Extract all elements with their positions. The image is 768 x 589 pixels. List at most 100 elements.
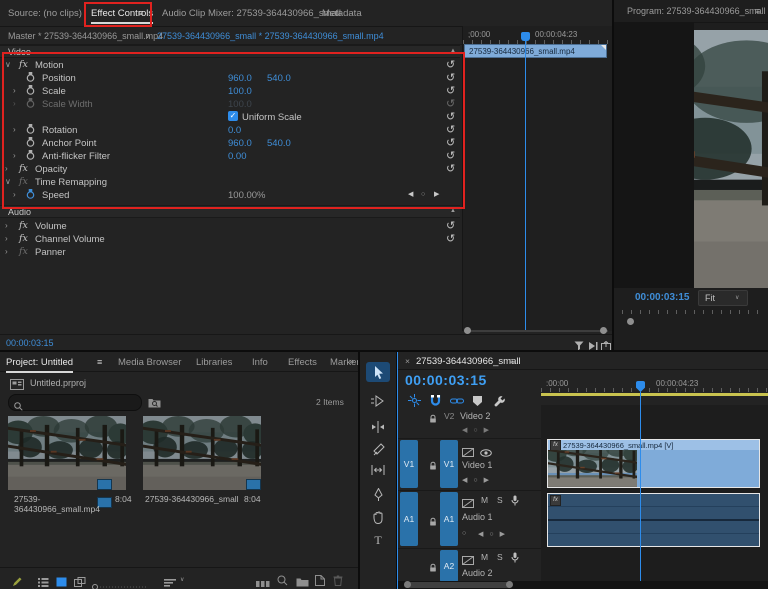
reset-icon[interactable]: ↺	[446, 84, 455, 97]
effect-label[interactable]: Time Remapping	[35, 177, 107, 188]
ec-scrollbar-handle-right[interactable]	[600, 327, 607, 334]
ripple-edit-tool[interactable]	[369, 418, 387, 436]
audio-clip[interactable]: fx	[547, 493, 760, 547]
chevron-right-icon[interactable]: ›	[5, 234, 8, 243]
zoom-slider[interactable]	[92, 577, 150, 589]
chevron-right-icon[interactable]: ›	[13, 190, 16, 199]
effect-row-volume[interactable]: › fx Volume ↺	[0, 219, 460, 232]
panel-menu-icon[interactable]: ≡	[97, 358, 102, 367]
effect-row-anti-flicker[interactable]: › Anti-flicker Filter 0.00 ↺	[0, 149, 460, 162]
chevron-right-icon[interactable]: ›	[5, 164, 8, 173]
panel-menu-icon[interactable]: ≡	[755, 7, 760, 16]
scrollbar-handle-left[interactable]	[404, 581, 411, 588]
new-bin-icon[interactable]	[296, 574, 309, 589]
voiceover-mic-icon[interactable]	[511, 550, 519, 568]
reset-icon[interactable]: ↺	[446, 136, 455, 149]
scrollbar-handle-right[interactable]	[506, 581, 513, 588]
timeline-scrollbar-handle[interactable]	[404, 582, 512, 588]
keyframe-nav[interactable]: ◀○▶	[462, 476, 495, 484]
audio-section-header[interactable]: Audio ▲	[0, 205, 460, 218]
list-view-icon[interactable]	[38, 574, 49, 589]
program-mini-ruler[interactable]	[622, 310, 764, 314]
param-value[interactable]: 100.0	[228, 86, 252, 97]
reset-icon[interactable]: ↺	[446, 149, 455, 162]
effect-label[interactable]: Uniform Scale	[242, 112, 302, 123]
search-bins-icon[interactable]	[148, 395, 161, 413]
collapse-section-icon[interactable]: ▲	[450, 48, 456, 54]
mute-button[interactable]: M	[481, 495, 488, 505]
automate-to-sequence-icon[interactable]	[256, 575, 270, 589]
razor-tool[interactable]	[369, 440, 387, 458]
play-in-to-out-icon[interactable]	[588, 338, 598, 350]
sequence-clip-label[interactable]: 27539-364430966_small * 27539-364430966_…	[157, 32, 384, 41]
chevron-down-icon[interactable]: ∨	[5, 60, 11, 69]
track-select-forward-tool[interactable]	[369, 392, 387, 410]
writable-pencil-icon[interactable]	[12, 574, 23, 589]
prev-keyframe-icon[interactable]: ◀	[408, 191, 413, 198]
effect-label[interactable]: Rotation	[42, 125, 77, 136]
effect-row-motion[interactable]: ∨ fx Motion ↺	[0, 58, 460, 71]
tab-effects[interactable]: Effects	[288, 358, 317, 368]
chevron-right-icon[interactable]: ›	[13, 125, 16, 134]
chevron-down-icon[interactable]: ∨	[180, 577, 184, 583]
mute-button[interactable]: M	[481, 552, 488, 562]
icon-view-icon[interactable]	[56, 574, 67, 589]
next-keyframe-icon[interactable]: ▶	[434, 191, 439, 198]
reset-icon[interactable]: ↺	[446, 71, 455, 84]
chevron-right-icon[interactable]: ›	[13, 151, 16, 160]
lock-icon[interactable]	[428, 514, 438, 532]
param-value[interactable]: 100.00%	[228, 190, 266, 201]
sequence-thumbnail[interactable]	[143, 416, 261, 490]
project-file-name[interactable]: Untitled.prproj	[30, 379, 86, 388]
reset-icon[interactable]: ↺	[446, 58, 455, 71]
timeline-scrollbar-track[interactable]	[398, 581, 768, 589]
chevron-right-icon[interactable]: ›	[5, 247, 8, 256]
hand-tool[interactable]	[369, 508, 387, 526]
add-keyframe-icon[interactable]: ○	[421, 191, 425, 198]
track-target-badge[interactable]: V2	[444, 412, 454, 421]
zoom-level-select[interactable]: Fit ∨	[698, 290, 748, 306]
export-frame-icon[interactable]	[601, 338, 611, 350]
tab-info[interactable]: Info	[252, 358, 268, 368]
chevron-right-icon[interactable]: ›	[13, 86, 16, 95]
panel-menu-icon[interactable]: ≡	[138, 9, 143, 18]
playhead-line[interactable]	[640, 392, 641, 585]
sync-lock-icon[interactable]	[462, 495, 474, 513]
lock-icon[interactable]	[428, 560, 438, 578]
effect-label[interactable]: Volume	[35, 221, 67, 232]
item-name[interactable]: 27539-364430966_small	[145, 494, 239, 504]
tab-metadata[interactable]: Metadata	[322, 9, 362, 19]
collapse-section-icon[interactable]: ▲	[450, 208, 456, 214]
keyframe-nav[interactable]: ◀○▶	[478, 530, 511, 538]
stopwatch-icon[interactable]	[26, 189, 35, 202]
search-input[interactable]	[8, 394, 142, 411]
tab-source[interactable]: Source: (no clips)	[8, 9, 82, 19]
reset-icon[interactable]: ↺	[446, 232, 455, 245]
track-header-v1[interactable]: V1 V1 Video 1 ◀○▶	[398, 438, 541, 491]
ec-clip-bar[interactable]: 27539-364430966_small.mp4	[464, 44, 607, 58]
playhead-line[interactable]	[525, 40, 526, 330]
effect-row-channel-volume[interactable]: › fx Channel Volume ↺	[0, 232, 460, 245]
effect-row-uniform-scale[interactable]: ✓ Uniform Scale ↺	[0, 110, 460, 123]
voiceover-mic-icon[interactable]	[511, 493, 519, 511]
param-value[interactable]: 960.0	[228, 73, 252, 84]
tab-libraries[interactable]: Libraries	[196, 358, 232, 368]
effect-row-rotation[interactable]: › Rotation 0.0 ↺	[0, 123, 460, 136]
program-scrollbar-handle[interactable]	[627, 318, 634, 325]
track-header-a1[interactable]: A1 A1 M S Audio 1 ○ ◀○▶	[398, 490, 541, 549]
clip-fx-badge[interactable]: fx	[550, 495, 561, 506]
chevron-down-icon[interactable]: ∨	[145, 33, 150, 40]
new-item-icon[interactable]	[315, 573, 325, 589]
keyframe-type-icon[interactable]: ○	[462, 530, 466, 537]
track-header-v2[interactable]: V2 Video 2 ◀○▶	[398, 405, 541, 439]
chevron-down-icon[interactable]: ∨	[5, 177, 11, 186]
reset-icon[interactable]: ↺	[446, 219, 455, 232]
pen-tool[interactable]	[369, 485, 387, 503]
track-name[interactable]: Video 2	[460, 411, 490, 421]
panel-menu-icon[interactable]: ≡	[510, 357, 515, 366]
master-clip-label[interactable]: Master * 27539-364430966_small.mp4	[8, 32, 163, 41]
tab-audio-clip-mixer[interactable]: Audio Clip Mixer: 27539-364430966_small	[162, 9, 341, 19]
type-tool[interactable]: T	[369, 531, 387, 549]
sort-icon[interactable]	[164, 574, 176, 589]
timeline-ruler[interactable]	[541, 388, 768, 392]
